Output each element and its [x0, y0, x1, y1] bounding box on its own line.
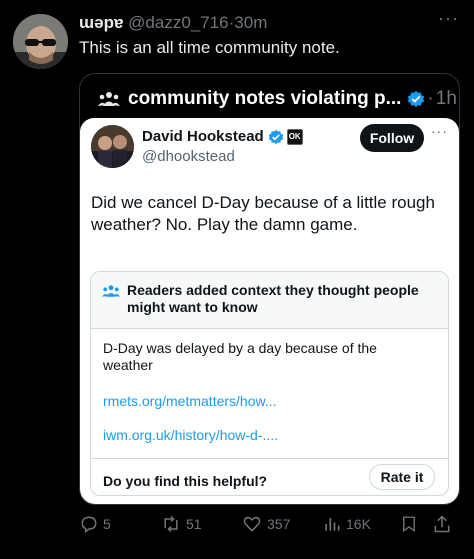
share-icon	[434, 515, 450, 533]
author-handle[interactable]: @dazz0_716	[128, 13, 228, 32]
bookmark-icon	[403, 516, 415, 533]
note-source-link: rmets.org/metmatters/how...	[103, 393, 277, 409]
reply-count: 5	[103, 516, 111, 532]
affiliate-badge-icon: OK	[286, 128, 303, 145]
views-count: 16K	[346, 516, 371, 532]
tweet-actions: 5 51 357 16K	[0, 514, 474, 538]
repost-button[interactable]: 51	[160, 514, 202, 534]
author-avatar[interactable]	[13, 14, 68, 69]
author-name[interactable]: ɯǝpɐ	[79, 13, 123, 32]
bookmark-button[interactable]	[400, 514, 418, 534]
like-count: 357	[267, 516, 291, 532]
card-tweet-text: Did we cancel D-Day because of a little …	[91, 193, 435, 234]
card-avatar-image	[91, 125, 134, 168]
share-button[interactable]	[432, 514, 452, 534]
helpful-question: Do you find this helpful?	[103, 473, 268, 489]
views-button[interactable]: 16K	[322, 514, 371, 534]
separator-dot: ·	[427, 88, 434, 109]
divider	[91, 458, 448, 459]
tweet-time[interactable]: 30m	[234, 13, 267, 32]
tweet-text: This is an all time community note.	[79, 38, 340, 57]
rate-it-button: Rate it	[369, 464, 435, 490]
author-avatar-image	[13, 14, 68, 69]
tweet-header: ɯǝpɐ @dazz0_716·30m	[79, 12, 267, 34]
views-icon	[325, 518, 340, 531]
screenshot-card: David Hookstead OK @dhookstead Follow ··…	[80, 118, 459, 504]
verified-badge-icon	[408, 90, 425, 108]
repost-count: 51	[186, 516, 202, 532]
card-author-avatar	[91, 125, 134, 168]
like-button[interactable]: 357	[241, 514, 290, 534]
community-note-body: D-Day was delayed by a day because of th…	[103, 340, 377, 373]
verified-badge-icon	[268, 129, 283, 144]
follow-button: Follow	[360, 124, 424, 152]
card-author-handle: @dhookstead	[142, 148, 235, 165]
quoted-account-name[interactable]: community notes violating p...	[128, 88, 401, 110]
quoted-tweet-header: community notes violating p... · 1h	[98, 86, 457, 112]
card-author-line: David Hookstead OK	[142, 128, 303, 145]
card-author-name: David Hookstead	[142, 128, 264, 145]
community-notes-icon	[98, 92, 120, 106]
community-note-header: Readers added context they thought peopl…	[91, 272, 448, 329]
note-source-link: iwm.org.uk/history/how-d-....	[103, 427, 279, 443]
community-note: Readers added context they thought peopl…	[90, 271, 449, 496]
quoted-tweet-time[interactable]: 1h	[436, 88, 457, 110]
repost-icon	[164, 515, 178, 533]
community-note-title: Readers added context they thought peopl…	[127, 282, 419, 315]
reply-button[interactable]: 5	[79, 514, 111, 534]
quoted-tweet[interactable]: community notes violating p... · 1h David…	[79, 73, 460, 505]
reply-icon	[81, 516, 97, 533]
more-options-button[interactable]: ···	[438, 8, 459, 29]
community-notes-icon	[102, 285, 120, 297]
heart-icon	[243, 516, 261, 532]
card-more-icon: ···	[431, 123, 448, 139]
